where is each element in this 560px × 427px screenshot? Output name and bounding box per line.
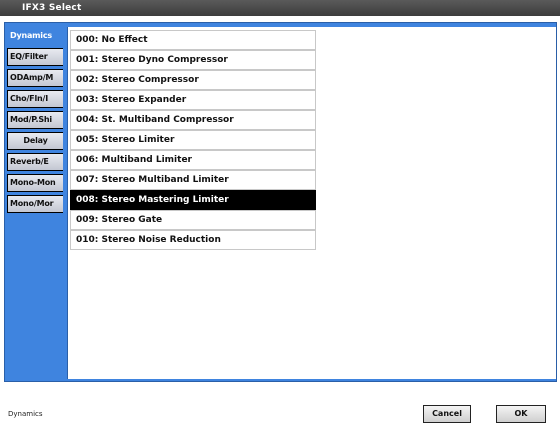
effect-select-panel: Dynamics EQ/Filter ODAmp/M Cho/Fln/I Mod…	[4, 22, 557, 382]
tab-mono-mono[interactable]: Mono-Mon	[7, 174, 63, 192]
effect-item[interactable]: 003: Stereo Expander	[70, 90, 316, 110]
tab-reverb[interactable]: Reverb/E	[7, 153, 63, 171]
tab-mod-pshift[interactable]: Mod/P.Shi	[7, 111, 63, 129]
tab-dynamics[interactable]: Dynamics	[7, 27, 67, 45]
tab-cho-fln[interactable]: Cho/Fln/I	[7, 90, 63, 108]
tab-delay[interactable]: Delay	[7, 132, 63, 150]
effect-list: 000: No Effect 001: Stereo Dyno Compress…	[67, 27, 556, 379]
status-category-label: Dynamics	[8, 410, 43, 418]
ok-button[interactable]: OK	[496, 405, 546, 423]
effect-item[interactable]: 007: Stereo Multiband Limiter	[70, 170, 316, 190]
effect-item[interactable]: 010: Stereo Noise Reduction	[70, 230, 316, 250]
effect-item[interactable]: 000: No Effect	[70, 30, 316, 50]
effect-item[interactable]: 005: Stereo Limiter	[70, 130, 316, 150]
effect-item[interactable]: 001: Stereo Dyno Compressor	[70, 50, 316, 70]
window-title: IFX3 Select	[0, 0, 560, 16]
effect-item[interactable]: 009: Stereo Gate	[70, 210, 316, 230]
cancel-button[interactable]: Cancel	[423, 405, 471, 423]
tab-odamp[interactable]: ODAmp/M	[7, 69, 63, 87]
tab-mono-mono-2[interactable]: Mono/Mor	[7, 195, 63, 213]
effect-item[interactable]: 002: Stereo Compressor	[70, 70, 316, 90]
effect-item-selected[interactable]: 008: Stereo Mastering Limiter	[70, 190, 316, 210]
tab-eq-filter[interactable]: EQ/Filter	[7, 48, 63, 66]
effect-item[interactable]: 004: St. Multiband Compressor	[70, 110, 316, 130]
effect-item[interactable]: 006: Multiband Limiter	[70, 150, 316, 170]
